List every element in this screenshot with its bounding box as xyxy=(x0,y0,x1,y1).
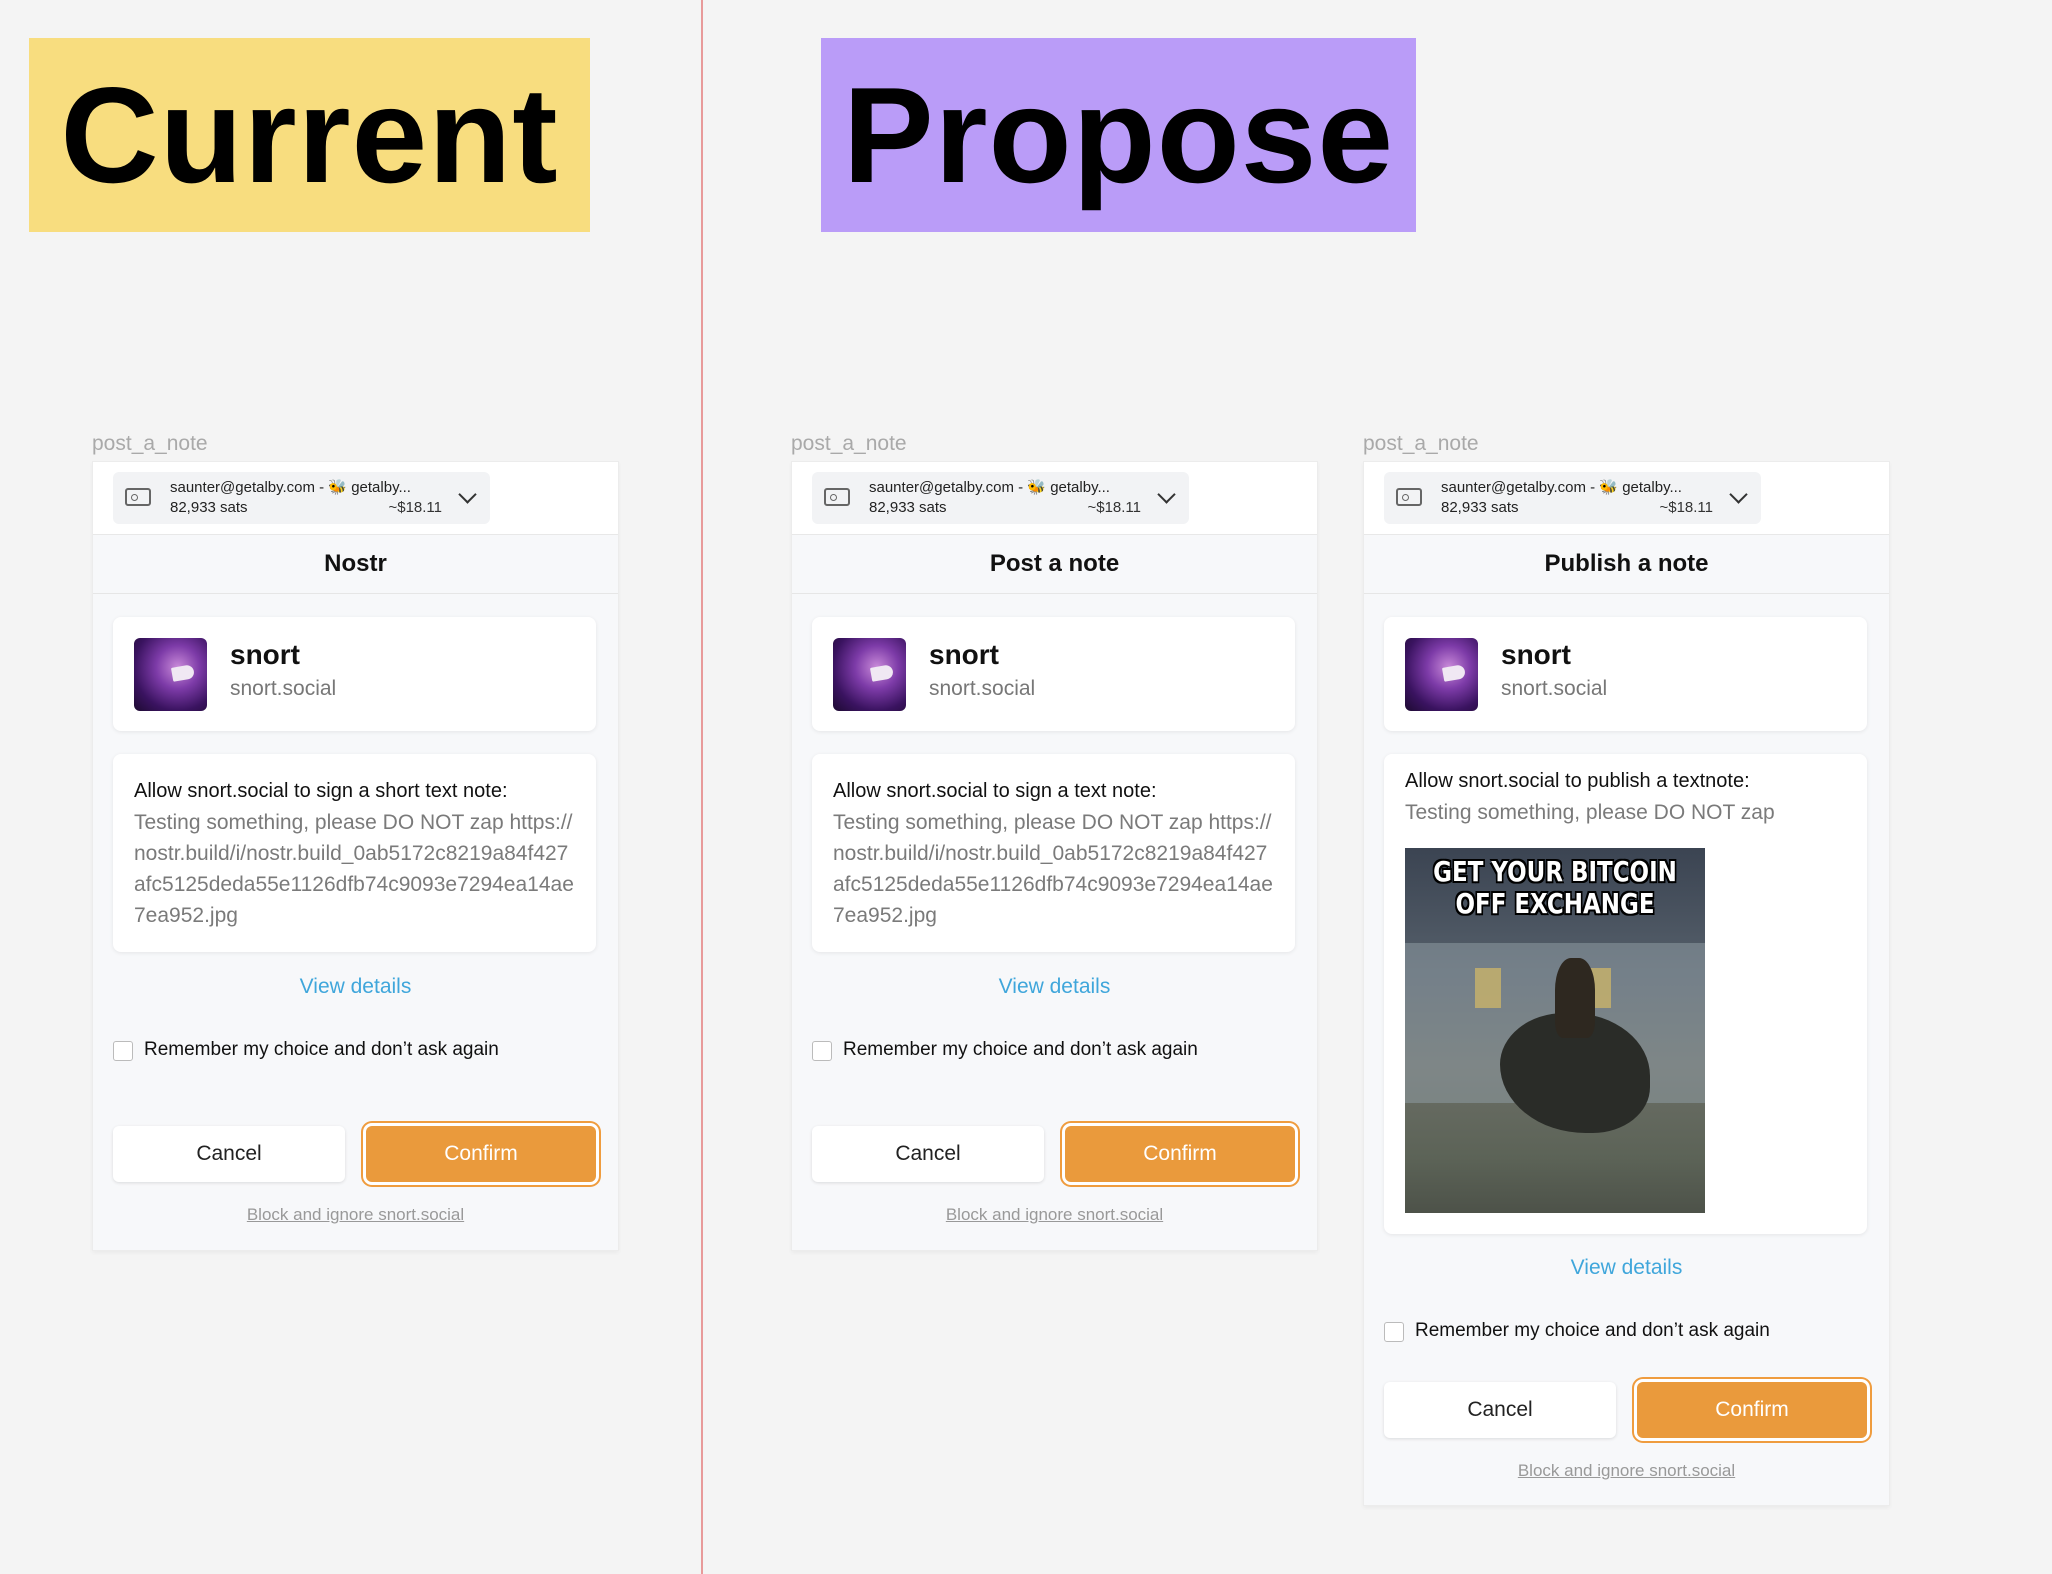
message-card: Allow snort.social to sign a text note: … xyxy=(812,754,1295,952)
site-name: snort xyxy=(230,639,300,670)
frame-label: post_a_note xyxy=(791,432,907,455)
propose-banner: Propose xyxy=(821,38,1416,232)
meme-caption: GET YOUR BITCOIN OFF EXCHANGE xyxy=(1433,855,1677,920)
block-site-link[interactable]: Block and ignore snort.social xyxy=(93,1205,618,1225)
message-body: Testing something, please DO NOT zap xyxy=(1405,801,1775,824)
view-details-link[interactable]: View details xyxy=(792,975,1317,999)
site-domain: snort.social xyxy=(1501,677,1608,700)
site-card: snort snort.social xyxy=(1384,617,1867,731)
remember-checkbox[interactable] xyxy=(1384,1322,1404,1342)
remember-label: Remember my choice and don’t ask again xyxy=(1415,1320,1770,1341)
confirm-dialog-current: saunter@getalby.com - 🐝 getalby... 82,93… xyxy=(92,461,619,1251)
account-fiat: ~$18.11 xyxy=(1087,499,1141,516)
wallet-icon xyxy=(824,488,850,506)
account-fiat: ~$18.11 xyxy=(388,499,442,516)
confirm-button[interactable]: Confirm xyxy=(366,1126,596,1182)
account-email: saunter@getalby.com - 🐝 getalby... xyxy=(869,479,1110,496)
message-heading: Allow snort.social to sign a text note: xyxy=(833,780,1157,802)
block-site-link[interactable]: Block and ignore snort.social xyxy=(792,1205,1317,1225)
chevron-down-icon[interactable] xyxy=(1157,485,1176,504)
chevron-down-icon[interactable] xyxy=(458,485,477,504)
frame-label: post_a_note xyxy=(92,432,208,455)
confirm-button[interactable]: Confirm xyxy=(1065,1126,1295,1182)
view-details-link[interactable]: View details xyxy=(93,975,618,999)
page-title: Nostr xyxy=(93,535,618,594)
site-domain: snort.social xyxy=(230,677,337,700)
remember-checkbox[interactable] xyxy=(113,1041,133,1061)
remember-checkbox[interactable] xyxy=(812,1041,832,1061)
site-name: snort xyxy=(1501,639,1571,670)
account-email: saunter@getalby.com - 🐝 getalby... xyxy=(1441,479,1682,496)
wallet-icon xyxy=(1396,488,1422,506)
confirm-dialog-post: saunter@getalby.com - 🐝 getalby... 82,93… xyxy=(791,461,1318,1251)
account-balance: 82,933 sats xyxy=(170,499,248,516)
account-balance: 82,933 sats xyxy=(869,499,947,516)
account-switcher[interactable]: saunter@getalby.com - 🐝 getalby... 82,93… xyxy=(812,472,1189,524)
section-divider xyxy=(701,0,703,1574)
meme-rider-shape xyxy=(1555,958,1595,1038)
meme-image: GET YOUR BITCOIN OFF EXCHANGE xyxy=(1405,848,1705,1213)
site-card: snort snort.social xyxy=(113,617,596,731)
page-title: Post a note xyxy=(792,535,1317,594)
cancel-button[interactable]: Cancel xyxy=(812,1126,1044,1182)
confirm-dialog-publish: saunter@getalby.com - 🐝 getalby... 82,93… xyxy=(1363,461,1890,1506)
remember-label: Remember my choice and don’t ask again xyxy=(144,1039,499,1060)
account-email: saunter@getalby.com - 🐝 getalby... xyxy=(170,479,411,496)
site-avatar xyxy=(134,638,207,711)
block-site-link[interactable]: Block and ignore snort.social xyxy=(1364,1461,1889,1481)
meme-window-shape xyxy=(1475,968,1501,1008)
site-avatar xyxy=(833,638,906,711)
account-switcher[interactable]: saunter@getalby.com - 🐝 getalby... 82,93… xyxy=(1384,472,1761,524)
view-details-link[interactable]: View details xyxy=(1364,1256,1889,1280)
message-card: Allow snort.social to publish a textnote… xyxy=(1384,754,1867,1234)
account-balance: 82,933 sats xyxy=(1441,499,1519,516)
page-title: Publish a note xyxy=(1364,535,1889,594)
message-card: Allow snort.social to sign a short text … xyxy=(113,754,596,952)
confirm-button[interactable]: Confirm xyxy=(1637,1382,1867,1438)
frame-label: post_a_note xyxy=(1363,432,1479,455)
current-banner: Current xyxy=(29,38,590,232)
message-heading: Allow snort.social to publish a textnote… xyxy=(1405,770,1750,792)
account-switcher[interactable]: saunter@getalby.com - 🐝 getalby... 82,93… xyxy=(113,472,490,524)
cancel-button[interactable]: Cancel xyxy=(113,1126,345,1182)
account-bar: saunter@getalby.com - 🐝 getalby... 82,93… xyxy=(93,462,618,535)
site-card: snort snort.social xyxy=(812,617,1295,731)
cancel-button[interactable]: Cancel xyxy=(1384,1382,1616,1438)
chevron-down-icon[interactable] xyxy=(1729,485,1748,504)
site-avatar xyxy=(1405,638,1478,711)
message-body: Testing something, please DO NOT zap htt… xyxy=(134,811,574,927)
site-name: snort xyxy=(929,639,999,670)
message-body: Testing something, please DO NOT zap htt… xyxy=(833,811,1273,927)
remember-label: Remember my choice and don’t ask again xyxy=(843,1039,1198,1060)
account-bar: saunter@getalby.com - 🐝 getalby... 82,93… xyxy=(792,462,1317,535)
wallet-icon xyxy=(125,488,151,506)
account-fiat: ~$18.11 xyxy=(1659,499,1713,516)
site-domain: snort.social xyxy=(929,677,1036,700)
account-bar: saunter@getalby.com - 🐝 getalby... 82,93… xyxy=(1364,462,1889,535)
message-heading: Allow snort.social to sign a short text … xyxy=(134,780,508,802)
